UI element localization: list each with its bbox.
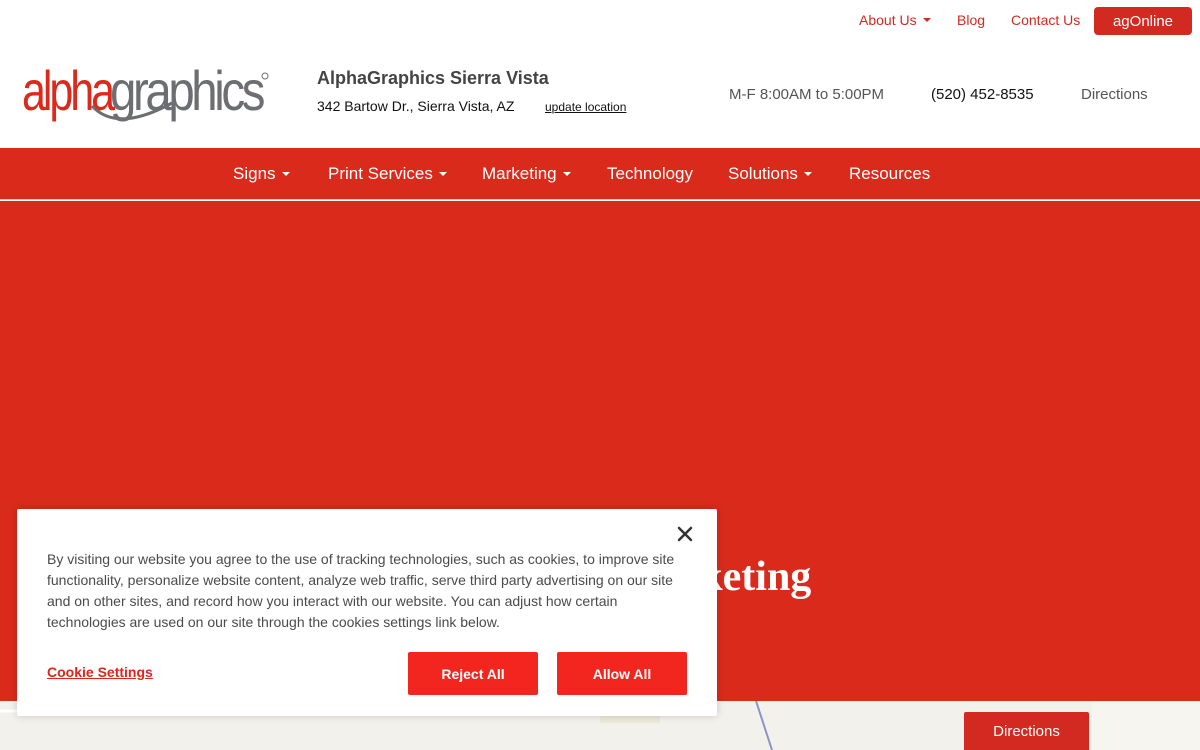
nav-item-resources[interactable]: Resources	[849, 164, 930, 184]
nav-item-print-services[interactable]: Print Services	[328, 164, 447, 184]
cookie-banner: By visiting our website you agree to the…	[17, 509, 717, 716]
main-nav: Signs Print Services Marketing Technolog…	[0, 148, 1200, 200]
nav-item-label: Signs	[233, 164, 276, 183]
reject-all-button[interactable]: Reject All	[408, 652, 538, 695]
store-address: 342 Bartow Dr., Sierra Vista, AZ	[317, 98, 515, 114]
registered-mark-icon	[261, 72, 269, 80]
nav-item-signs[interactable]: Signs	[233, 164, 290, 184]
chevron-down-icon	[281, 171, 290, 176]
about-us-link[interactable]: About Us	[859, 12, 931, 28]
chevron-down-icon	[922, 18, 931, 23]
store-name: AlphaGraphics Sierra Vista	[317, 68, 549, 88]
nav-item-label: Print Services	[328, 164, 433, 183]
close-icon[interactable]	[673, 522, 697, 546]
update-location-link[interactable]: update location	[545, 100, 626, 114]
nav-item-label: Technology	[607, 164, 694, 183]
nav-item-technology[interactable]: Technology	[607, 164, 693, 184]
chevron-down-icon	[562, 171, 571, 176]
contact-us-link[interactable]: Contact Us	[1011, 12, 1080, 28]
logo-graphics-text: graphics	[110, 59, 264, 122]
allow-all-button[interactable]: Allow All	[557, 652, 687, 695]
store-hours: M-F 8:00AM to 5:00PM	[729, 86, 885, 103]
nav-item-solutions[interactable]: Solutions	[728, 164, 812, 184]
header-directions-link[interactable]: Directions	[1081, 86, 1148, 103]
blog-link[interactable]: Blog	[957, 12, 985, 28]
nav-item-label: Solutions	[728, 164, 798, 183]
cookie-settings-link[interactable]: Cookie Settings	[47, 664, 153, 680]
agonline-button[interactable]: agOnline	[1094, 7, 1192, 35]
nav-item-marketing[interactable]: Marketing	[482, 164, 571, 184]
map-directions-button[interactable]: Directions	[964, 712, 1089, 750]
chevron-down-icon	[803, 171, 812, 176]
about-us-label: About Us	[859, 12, 917, 28]
store-phone-link[interactable]: (520) 452-8535	[931, 86, 1034, 103]
utility-bar: About Us Blog Contact Us agOnline	[0, 0, 1200, 42]
nav-item-label: Resources	[849, 164, 931, 183]
alphagraphics-logo[interactable]: alpha graphics	[22, 58, 272, 128]
nav-item-label: Marketing	[482, 164, 557, 183]
cookie-message: By visiting our website you agree to the…	[47, 551, 675, 630]
chevron-down-icon	[438, 171, 447, 176]
